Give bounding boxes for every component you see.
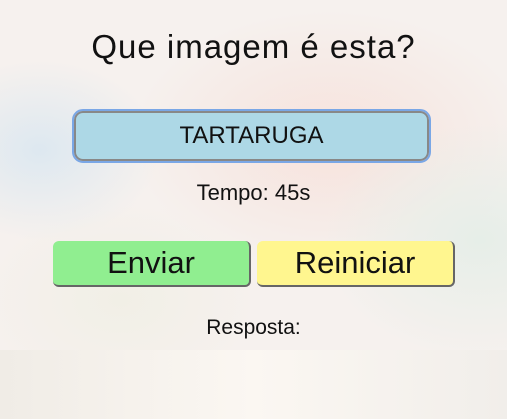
background-panel — [0, 350, 507, 419]
send-button[interactable]: Enviar — [53, 241, 251, 287]
reset-button[interactable]: Reiniciar — [257, 241, 455, 287]
response-label: Resposta: — [206, 316, 301, 339]
page-title: Que imagem é esta? — [91, 28, 416, 65]
timer-text: Tempo: 45s — [196, 180, 311, 205]
answer-input[interactable]: TARTARUGA — [72, 109, 431, 163]
